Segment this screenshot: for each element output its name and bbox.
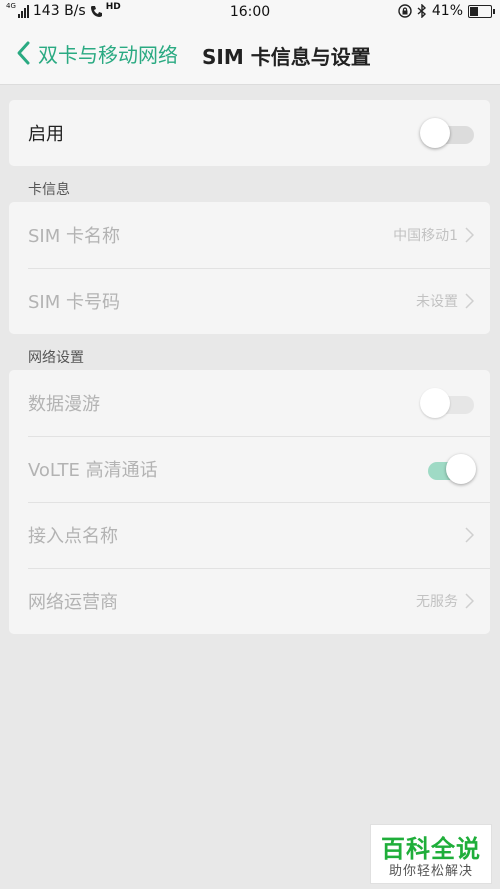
section-title-card-info: 卡信息 <box>28 182 70 198</box>
volte-toggle-knob <box>446 454 476 484</box>
apn-row[interactable]: 接入点名称 <box>9 502 490 568</box>
bluetooth-icon <box>417 4 426 18</box>
sim-name-label: SIM 卡名称 <box>28 226 120 247</box>
enable-card: 启用 <box>9 100 490 166</box>
sim-number-row[interactable]: SIM 卡号码 未设置 <box>9 268 490 334</box>
sim-number-label: SIM 卡号码 <box>28 292 120 313</box>
roaming-toggle-knob <box>420 388 450 418</box>
rotation-lock-icon <box>398 4 412 18</box>
watermark-subtitle: 助你轻松解决 <box>388 864 473 879</box>
back-button[interactable]: 双卡与移动网络 <box>12 38 178 68</box>
watermark-title: 百科全说 <box>381 835 481 863</box>
chevron-right-icon <box>465 527 474 543</box>
sim-name-value: 中国移动1 <box>393 228 458 244</box>
chevron-right-icon <box>465 593 474 609</box>
status-bar: 4G 143 B/s HD 16:00 41% <box>0 0 500 26</box>
volte-row[interactable]: VoLTE 高清通话 <box>9 436 490 502</box>
operator-value: 无服务 <box>416 594 458 610</box>
page-title: SIM 卡信息与设置 <box>202 45 371 69</box>
volte-toggle[interactable] <box>420 452 476 486</box>
sim-number-value: 未设置 <box>416 294 458 310</box>
section-title-network: 网络设置 <box>28 350 84 366</box>
volte-label: VoLTE 高清通话 <box>28 460 158 481</box>
watermark-logo: 百科全说 助你轻松解决 <box>370 824 492 884</box>
sim-name-row[interactable]: SIM 卡名称 中国移动1 <box>9 202 490 268</box>
apn-label: 接入点名称 <box>28 526 118 547</box>
battery-icon <box>468 4 495 18</box>
nav-bar: 双卡与移动网络 SIM 卡信息与设置 <box>0 26 500 85</box>
chevron-left-icon <box>17 41 30 65</box>
operator-label: 网络运营商 <box>28 592 118 613</box>
network-card: 数据漫游 VoLTE 高清通话 接入点名称 网络运营商 无服务 <box>9 370 490 634</box>
enable-toggle[interactable] <box>420 116 476 150</box>
roaming-label: 数据漫游 <box>28 394 100 415</box>
operator-row[interactable]: 网络运营商 无服务 <box>9 568 490 634</box>
roaming-toggle[interactable] <box>420 386 476 420</box>
battery-percent: 41% <box>431 3 463 19</box>
enable-label: 启用 <box>28 124 64 145</box>
enable-row[interactable]: 启用 <box>9 100 490 166</box>
card-info-card: SIM 卡名称 中国移动1 SIM 卡号码 未设置 <box>9 202 490 334</box>
battery-fill <box>470 6 478 16</box>
roaming-row[interactable]: 数据漫游 <box>9 370 490 436</box>
chevron-right-icon <box>465 227 474 243</box>
enable-toggle-knob <box>420 118 450 148</box>
chevron-right-icon <box>465 293 474 309</box>
back-label: 双卡与移动网络 <box>38 42 178 67</box>
status-right: 41% <box>398 3 495 19</box>
